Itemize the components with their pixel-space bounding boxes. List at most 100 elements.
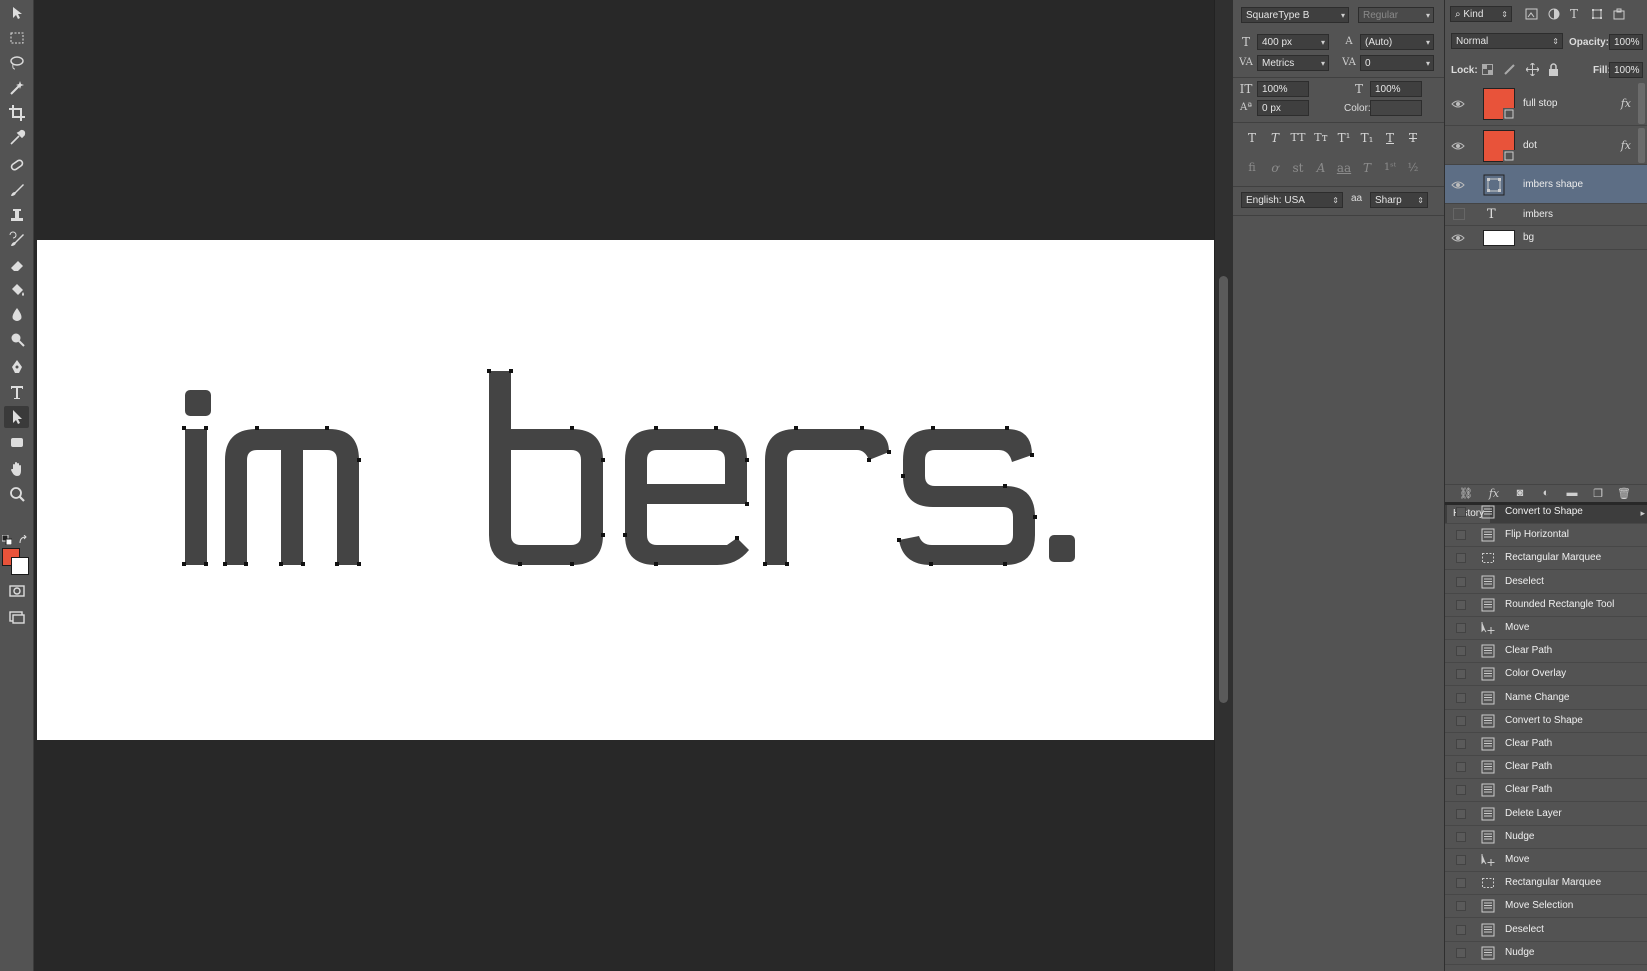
scrollbar-thumb[interactable] <box>1219 276 1228 703</box>
faux-bold-icon[interactable]: T <box>1241 129 1263 147</box>
new-layer-icon[interactable]: ❐ <box>1591 487 1605 501</box>
history-item[interactable]: Clear Path <box>1445 733 1647 756</box>
history-snapshot-checkbox[interactable] <box>1456 692 1466 703</box>
history-item[interactable]: Move Selection <box>1445 895 1647 919</box>
add-mask-icon[interactable]: ◙ <box>1513 487 1527 501</box>
strikethrough-icon[interactable]: T <box>1402 129 1424 147</box>
layer-row[interactable]: bg <box>1445 226 1647 250</box>
canvas-area[interactable] <box>34 0 1214 971</box>
history-item[interactable]: Nudge <box>1445 826 1647 849</box>
history-snapshot-checkbox[interactable] <box>1456 715 1466 726</box>
vertical-scale-field[interactable]: 100% <box>1257 81 1309 97</box>
delete-layer-icon[interactable]: 🗑 <box>1617 487 1631 501</box>
history-snapshot-checkbox[interactable] <box>1456 808 1466 819</box>
spot-healing-tool-icon[interactable] <box>4 154 29 176</box>
all-caps-icon[interactable]: TT <box>1287 129 1309 147</box>
history-item[interactable]: Rectangular Marquee <box>1445 872 1647 896</box>
default-colors-icon[interactable] <box>2 535 12 545</box>
visibility-eye-icon[interactable] <box>1451 231 1465 245</box>
lock-pixels-icon[interactable] <box>1503 63 1516 76</box>
screen-mode-icon[interactable] <box>4 606 29 628</box>
history-item[interactable]: Convert to Shape <box>1445 710 1647 733</box>
layer-row[interactable]: dotfx▾ <box>1445 126 1647 165</box>
swash-icon[interactable]: st <box>1287 159 1309 177</box>
subscript-icon[interactable]: T₁ <box>1356 129 1378 147</box>
magic-wand-tool-icon[interactable] <box>4 77 29 99</box>
history-item[interactable]: Delete Layer <box>1445 803 1647 826</box>
color-swatch-field[interactable] <box>1370 100 1422 116</box>
paint-bucket-tool-icon[interactable] <box>4 279 29 301</box>
titling-alternates-icon[interactable]: aa <box>1333 159 1355 177</box>
layer-filter-kind-select[interactable]: ⌕ Kind ⇕ <box>1450 6 1512 22</box>
font-family-select[interactable]: SquareType B ▾ <box>1241 7 1349 23</box>
rectangle-tool-icon[interactable] <box>4 431 29 453</box>
history-snapshot-checkbox[interactable] <box>1456 901 1466 912</box>
antialias-select[interactable]: Sharp ⇕ <box>1370 192 1428 208</box>
layers-scrollbar-thumb[interactable] <box>1638 128 1645 163</box>
history-item[interactable]: Deselect <box>1445 571 1647 594</box>
history-snapshot-checkbox[interactable] <box>1456 507 1466 517</box>
history-snapshot-checkbox[interactable] <box>1456 947 1466 958</box>
history-snapshot-checkbox[interactable] <box>1456 623 1466 633</box>
filter-shape-icon[interactable] <box>1591 8 1603 20</box>
eraser-tool-icon[interactable] <box>4 254 29 276</box>
tracking-field[interactable]: 0 ▾ <box>1360 55 1434 71</box>
layer-row[interactable]: imbers shape <box>1445 165 1647 204</box>
visibility-eye-icon[interactable] <box>1451 97 1465 111</box>
history-snapshot-checkbox[interactable] <box>1456 855 1466 865</box>
font-style-select[interactable]: Regular ▾ <box>1358 7 1434 23</box>
language-select[interactable]: English: USA ⇕ <box>1241 192 1343 208</box>
lock-position-icon[interactable] <box>1526 63 1539 76</box>
path-selection-tool-icon[interactable] <box>4 406 29 428</box>
fractions-icon[interactable]: ½ <box>1402 159 1424 177</box>
filter-smart-object-icon[interactable] <box>1613 8 1625 20</box>
history-item[interactable]: Deselect <box>1445 919 1647 942</box>
lock-all-icon[interactable] <box>1548 63 1559 76</box>
history-snapshot-checkbox[interactable] <box>1456 785 1466 796</box>
superscript-icon[interactable]: T¹ <box>1333 129 1355 147</box>
visibility-eye-icon[interactable] <box>1451 178 1465 192</box>
document-canvas[interactable] <box>37 240 1214 740</box>
layer-row[interactable]: full stopfx▾ <box>1445 81 1647 126</box>
fill-field[interactable]: 100% <box>1609 62 1643 78</box>
dodge-tool-icon[interactable] <box>4 329 29 351</box>
lasso-tool-icon[interactable] <box>4 52 29 74</box>
new-adjustment-layer-icon[interactable]: ◐ <box>1539 487 1553 501</box>
filter-type-icon[interactable]: T <box>1565 5 1583 23</box>
history-item[interactable]: Convert to Shape <box>1445 501 1647 524</box>
history-item[interactable]: Rounded Rectangle Tool <box>1445 594 1647 617</box>
layer-effects-icon[interactable]: fx <box>1621 139 1631 152</box>
new-group-icon[interactable]: ▬ <box>1565 487 1579 501</box>
leading-field[interactable]: (Auto) ▾ <box>1360 34 1434 50</box>
history-item[interactable]: Clear Path <box>1445 779 1647 803</box>
underline-icon[interactable]: T <box>1379 129 1401 147</box>
old-style-icon[interactable]: ơ <box>1264 159 1286 177</box>
history-snapshot-checkbox[interactable] <box>1456 599 1466 610</box>
ordinals-icon[interactable]: T <box>1356 159 1378 177</box>
history-snapshot-checkbox[interactable] <box>1456 576 1466 587</box>
history-snapshot-checkbox[interactable] <box>1456 530 1466 541</box>
history-item[interactable]: Clear Path <box>1445 640 1647 664</box>
blur-tool-icon[interactable] <box>4 304 29 326</box>
zoom-tool-icon[interactable] <box>4 483 29 505</box>
history-snapshot-checkbox[interactable] <box>1456 878 1466 889</box>
eyedropper-tool-icon[interactable] <box>4 127 29 149</box>
history-snapshot-checkbox[interactable] <box>1456 669 1466 680</box>
history-item[interactable]: Flip Horizontal <box>1445 524 1647 548</box>
stylistic-alternates-icon[interactable]: A <box>1310 159 1332 177</box>
history-item[interactable]: Name Change <box>1445 687 1647 710</box>
type-tool-icon[interactable] <box>4 381 29 403</box>
horizontal-scale-field[interactable]: 100% <box>1370 81 1422 97</box>
clone-stamp-tool-icon[interactable] <box>4 204 29 226</box>
canvas-vertical-scrollbar[interactable] <box>1214 0 1233 971</box>
history-item[interactable]: Nudge <box>1445 942 1647 965</box>
kerning-field[interactable]: Metrics ▾ <box>1257 55 1329 71</box>
filter-adjustment-icon[interactable] <box>1548 8 1560 20</box>
layer-effects-icon[interactable]: fx <box>1621 97 1631 110</box>
visibility-eye-icon[interactable] <box>1451 139 1465 153</box>
history-snapshot-checkbox[interactable] <box>1456 739 1466 749</box>
history-item[interactable]: Move <box>1445 849 1647 872</box>
ligatures-icon[interactable]: ﬁ <box>1241 159 1263 177</box>
quick-mask-icon[interactable] <box>4 580 29 602</box>
pen-tool-icon[interactable] <box>4 356 29 378</box>
